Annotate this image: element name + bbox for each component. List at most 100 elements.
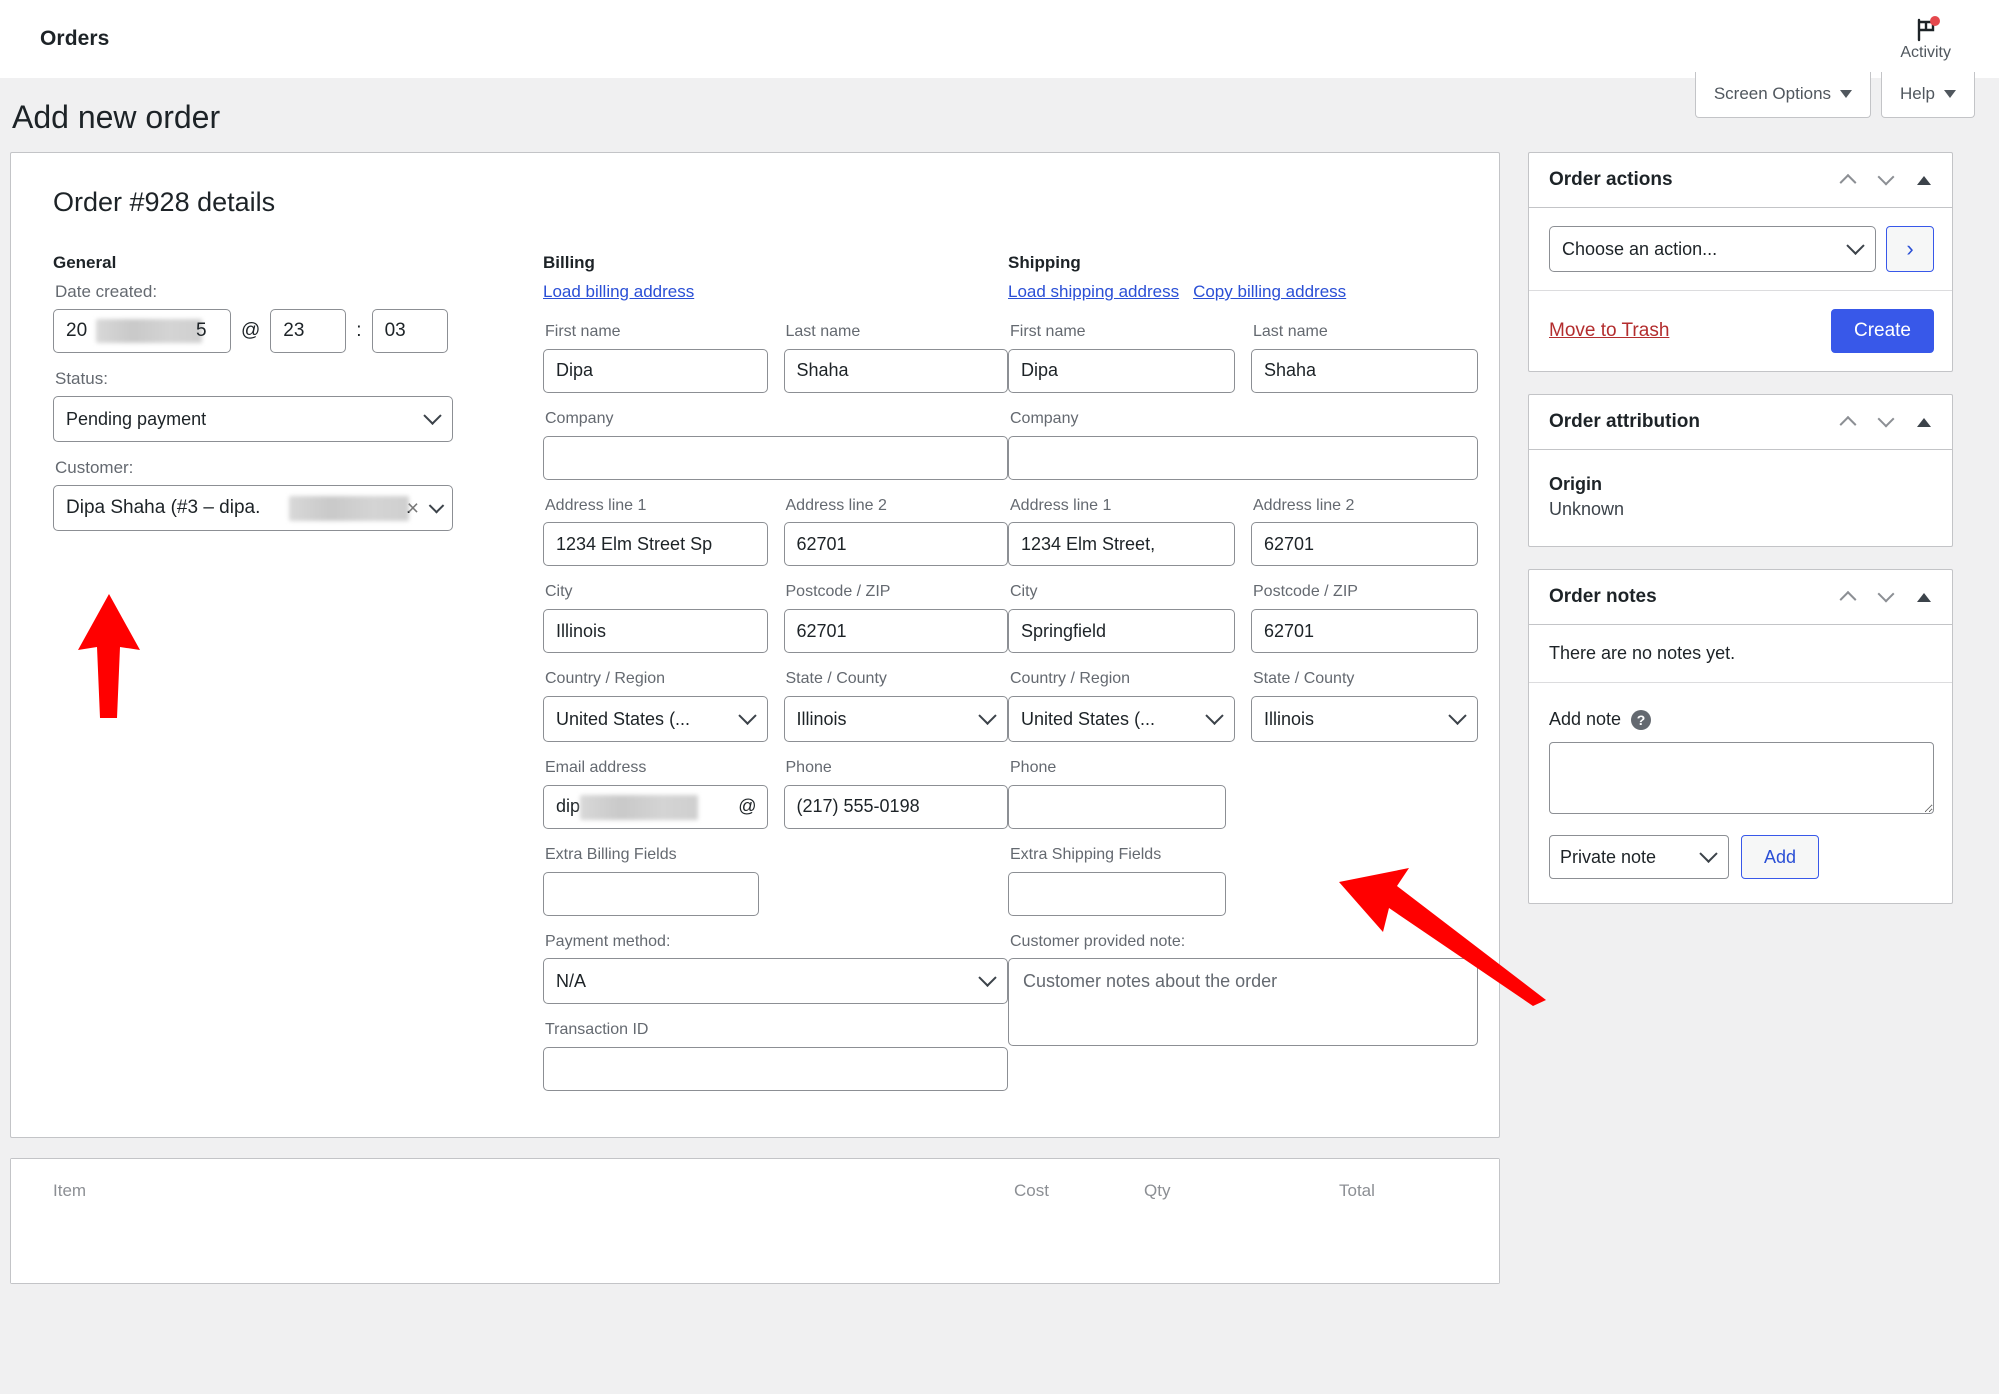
shipping-address1-input[interactable] xyxy=(1008,522,1235,567)
billing-section-title: Billing xyxy=(543,253,595,272)
notification-dot xyxy=(1929,16,1940,26)
order-notes-header: Order notes xyxy=(1529,570,1952,625)
hour-input[interactable]: 23 xyxy=(270,309,347,354)
order-actions-title: Order actions xyxy=(1549,169,1673,190)
clear-customer-icon[interactable]: × xyxy=(407,498,419,519)
shipping-state-select[interactable]: Illinois xyxy=(1251,696,1478,743)
customer-note-textarea[interactable] xyxy=(1008,958,1478,1047)
shipping-country-label: Country / Region xyxy=(1010,670,1131,688)
chevron-down-icon[interactable] xyxy=(428,497,445,514)
shipping-phone-label: Phone xyxy=(1010,759,1057,777)
payment-method-select[interactable]: N/A xyxy=(543,958,1008,1005)
order-notes-empty-row: There are no notes yet. xyxy=(1529,625,1952,682)
screen-options-label: Screen Options xyxy=(1713,84,1832,103)
add-note-textarea[interactable] xyxy=(1549,742,1934,814)
shipping-last-name-label: Last name xyxy=(1253,323,1328,341)
move-to-trash-link[interactable]: Move to Trash xyxy=(1549,320,1669,342)
items-col-cost: Cost xyxy=(1014,1181,1049,1201)
redaction-overlay xyxy=(289,496,409,522)
shipping-city-input[interactable] xyxy=(1008,609,1235,654)
billing-extra-fields-label: Extra Billing Fields xyxy=(545,845,677,863)
activity-label: Activity xyxy=(1900,44,1951,61)
shipping-address2-input[interactable] xyxy=(1251,522,1478,567)
help-icon[interactable]: ? xyxy=(1631,709,1652,730)
billing-address1-input[interactable] xyxy=(543,522,768,567)
order-notes-empty-text: There are no notes yet. xyxy=(1549,643,1736,663)
order-action-select[interactable]: Choose an action... xyxy=(1549,226,1876,272)
transaction-id-input[interactable] xyxy=(543,1047,1008,1092)
toggle-panel-icon[interactable] xyxy=(1914,170,1934,190)
shipping-company-label: Company xyxy=(1010,409,1079,427)
shipping-country-select[interactable]: United States (... xyxy=(1008,696,1235,743)
move-up-icon[interactable] xyxy=(1838,170,1858,191)
chevron-down-icon xyxy=(1840,90,1853,98)
chevron-down-icon xyxy=(1944,90,1956,98)
move-down-icon[interactable] xyxy=(1876,410,1896,432)
toggle-panel-icon[interactable] xyxy=(1914,587,1934,607)
time-separator: : xyxy=(356,320,362,342)
billing-postcode-label: Postcode / ZIP xyxy=(785,583,891,601)
shipping-phone-input[interactable] xyxy=(1008,784,1226,829)
shipping-postcode-input[interactable] xyxy=(1251,609,1478,654)
shipping-first-name-label: First name xyxy=(1010,323,1086,341)
billing-email-input[interactable]: dip @ xyxy=(543,784,768,829)
activity-button[interactable]: Activity xyxy=(1900,16,1973,61)
billing-state-label: State / County xyxy=(785,670,887,688)
billing-country-select[interactable]: United States (... xyxy=(543,696,768,743)
minute-input[interactable]: 03 xyxy=(371,309,448,354)
payment-method-label: Payment method: xyxy=(545,932,671,950)
create-button[interactable]: Create xyxy=(1830,309,1934,353)
order-attribution-panel: Order attribution Origin Unknown xyxy=(1528,394,1953,547)
billing-postcode-input[interactable] xyxy=(783,609,1008,654)
items-col-item: Item xyxy=(53,1181,87,1201)
date-created-input[interactable]: 20 5 xyxy=(53,309,231,354)
page-body: Order #928 details General Date created:… xyxy=(0,152,1999,1285)
screen-meta-links: Screen Options Help xyxy=(1694,72,1975,118)
move-up-icon[interactable] xyxy=(1838,412,1858,433)
at-symbol: @ xyxy=(241,320,261,342)
sidebar-column: Order actions Choose an action... › Move… xyxy=(1528,152,1953,926)
billing-state-select[interactable]: Illinois xyxy=(783,696,1008,743)
copy-billing-address-link[interactable]: Copy billing address xyxy=(1193,282,1346,304)
billing-extra-fields-input[interactable] xyxy=(543,871,759,916)
page-header: Add new order Screen Options Help xyxy=(0,72,1999,152)
billing-address2-input[interactable] xyxy=(783,522,1008,567)
customer-note-label: Customer provided note: xyxy=(1010,932,1186,950)
date-created-value: 20 xyxy=(66,320,88,342)
note-type-select[interactable]: Private note xyxy=(1549,835,1729,879)
customer-select[interactable]: Dipa Shaha (#3 – dipa. . × xyxy=(53,485,453,532)
status-select[interactable]: Pending payment xyxy=(53,396,453,443)
shipping-company-input[interactable] xyxy=(1008,435,1478,480)
move-down-icon[interactable] xyxy=(1876,168,1896,190)
move-down-icon[interactable] xyxy=(1876,585,1896,607)
billing-city-input[interactable] xyxy=(543,609,768,654)
items-col-qty: Qty xyxy=(1144,1181,1171,1201)
hour-value: 23 xyxy=(283,320,305,342)
add-note-row: Add note ? Private note Add xyxy=(1529,682,1952,903)
move-up-icon[interactable] xyxy=(1838,587,1858,608)
load-billing-address-link[interactable]: Load billing address xyxy=(543,282,694,304)
breadcrumb-orders[interactable]: Orders xyxy=(40,27,109,51)
chevron-right-icon: › xyxy=(1906,236,1914,261)
shipping-last-name-input[interactable] xyxy=(1251,348,1478,393)
billing-company-input[interactable] xyxy=(543,435,1008,480)
shipping-extra-fields-input[interactable] xyxy=(1008,871,1226,916)
add-note-button[interactable]: Add xyxy=(1741,835,1820,879)
billing-last-name-input[interactable] xyxy=(783,348,1008,393)
billing-phone-input[interactable] xyxy=(783,784,1008,829)
help-button[interactable]: Help xyxy=(1881,72,1975,118)
customer-value: Dipa Shaha (#3 – dipa. xyxy=(66,497,261,519)
shipping-first-name-input[interactable] xyxy=(1008,348,1235,393)
billing-first-name-input[interactable] xyxy=(543,348,768,393)
transaction-id-label: Transaction ID xyxy=(545,1021,649,1039)
general-section-title: General xyxy=(53,253,117,272)
order-attribution-header: Order attribution xyxy=(1529,395,1952,450)
order-items-header-row: Item Cost Qty Total xyxy=(11,1159,1499,1224)
screen-options-button[interactable]: Screen Options xyxy=(1694,72,1872,118)
redaction-overlay xyxy=(96,319,202,344)
shipping-postcode-label: Postcode / ZIP xyxy=(1253,583,1358,601)
status-select-wrap: Pending payment xyxy=(53,396,453,443)
load-shipping-address-link[interactable]: Load shipping address xyxy=(1008,282,1179,304)
toggle-panel-icon[interactable] xyxy=(1914,412,1934,432)
apply-action-button[interactable]: › xyxy=(1886,226,1934,272)
